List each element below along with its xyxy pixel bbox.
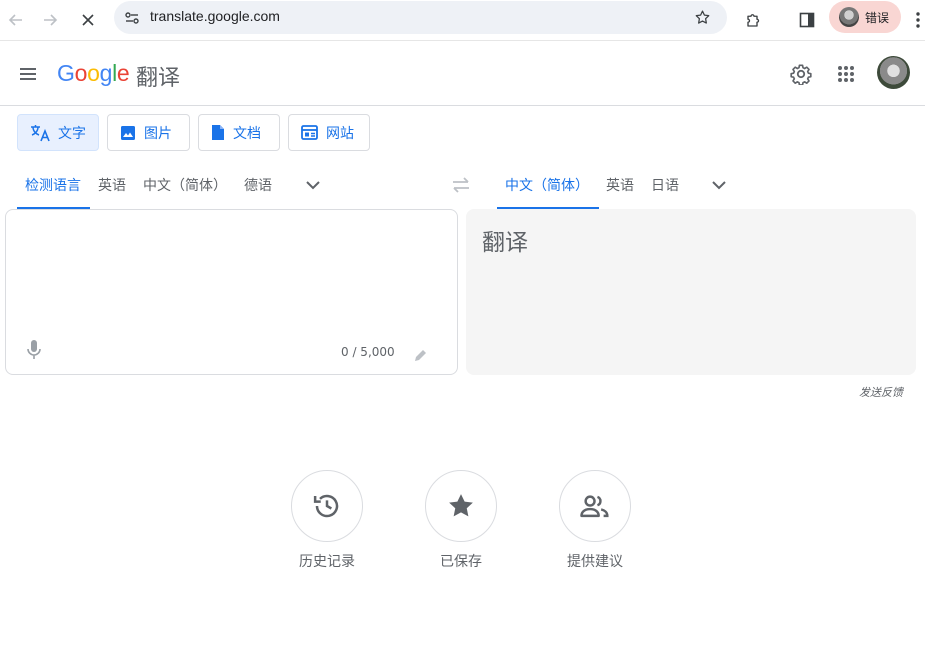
- saved-button[interactable]: [425, 470, 497, 542]
- send-feedback-link[interactable]: 发送反馈: [859, 384, 903, 400]
- contribute-button[interactable]: [559, 470, 631, 542]
- target-lang-japanese[interactable]: 日语: [651, 174, 679, 209]
- back-button[interactable]: [4, 8, 28, 32]
- extensions-button[interactable]: [742, 8, 766, 32]
- google-logo[interactable]: Google: [57, 60, 130, 87]
- target-lang-english[interactable]: 英语: [606, 174, 634, 209]
- chevron-down-icon: [712, 181, 726, 190]
- swap-arrows-icon: [453, 177, 469, 193]
- contribute-label: 提供建议: [567, 554, 623, 570]
- arrow-left-icon: [8, 14, 22, 26]
- arrow-right-icon: [44, 14, 58, 26]
- translate-icon: [31, 124, 50, 141]
- swap-languages-button[interactable]: [449, 173, 473, 197]
- mode-website-label: 网站: [326, 125, 354, 142]
- profile-avatar: [839, 7, 859, 27]
- saved-label: 已保存: [440, 554, 482, 570]
- profile-chip[interactable]: 错误: [829, 1, 901, 33]
- hamburger-icon: [20, 68, 36, 80]
- gear-icon: [790, 64, 812, 85]
- logo-letter: G: [57, 60, 75, 86]
- source-text-panel[interactable]: 0 / 5,000: [5, 209, 458, 375]
- source-lang-english[interactable]: 英语: [98, 174, 126, 209]
- pencil-icon[interactable]: [413, 348, 428, 363]
- browser-menu-button[interactable]: [911, 8, 925, 32]
- star-icon: [449, 494, 473, 517]
- mode-text-button[interactable]: 文字: [17, 114, 99, 151]
- char-count: 0 / 5,000: [341, 345, 395, 359]
- site-info-icon[interactable]: [124, 10, 140, 26]
- translation-output: 翻译: [482, 230, 528, 256]
- settings-button[interactable]: [788, 61, 814, 87]
- product-title: 翻译: [136, 66, 181, 91]
- stop-button[interactable]: [76, 8, 100, 32]
- mode-document-button[interactable]: 文档: [198, 114, 280, 151]
- forward-button[interactable]: [38, 8, 62, 32]
- website-icon: [301, 125, 318, 140]
- mode-text-label: 文字: [58, 125, 86, 142]
- source-lang-chinese[interactable]: 中文（简体）: [143, 174, 227, 209]
- history-button[interactable]: [291, 470, 363, 542]
- app-header: Google 翻译: [0, 41, 925, 106]
- source-lang-german[interactable]: 德语: [244, 174, 272, 209]
- puzzle-icon: [747, 14, 760, 27]
- mode-website-button[interactable]: 网站: [288, 114, 370, 151]
- target-lang-more-button[interactable]: [707, 173, 731, 197]
- mode-image-button[interactable]: 图片: [107, 114, 190, 151]
- logo-letter: o: [74, 60, 88, 86]
- history-label: 历史记录: [299, 554, 355, 570]
- microphone-icon[interactable]: [26, 339, 42, 361]
- browser-toolbar: translate.google.com 错误: [0, 0, 925, 41]
- mode-image-label: 图片: [144, 125, 172, 142]
- account-avatar[interactable]: [877, 56, 910, 89]
- bookmark-star-icon[interactable]: [694, 9, 711, 26]
- target-lang-chinese[interactable]: 中文（简体）: [497, 174, 599, 209]
- mode-document-label: 文档: [233, 125, 261, 142]
- side-panel-button[interactable]: [795, 8, 819, 32]
- logo-letter: e: [116, 60, 130, 86]
- target-text-panel: 翻译: [466, 209, 916, 375]
- close-icon: [82, 14, 94, 26]
- history-icon: [313, 494, 339, 518]
- source-lang-more-button[interactable]: [301, 173, 325, 197]
- logo-letter: o: [87, 60, 100, 86]
- logo-letter: g: [99, 60, 113, 86]
- chevron-down-icon: [306, 181, 320, 190]
- source-text-input[interactable]: [22, 224, 442, 324]
- profile-label: 错误: [865, 10, 890, 25]
- document-icon: [212, 125, 224, 140]
- apps-grid-icon: [838, 66, 854, 82]
- url-text: translate.google.com: [150, 8, 280, 24]
- apps-button[interactable]: [833, 61, 859, 87]
- more-vert-icon: [916, 12, 920, 28]
- community-icon: [580, 495, 609, 518]
- side-panel-icon: [799, 12, 815, 28]
- source-lang-detect[interactable]: 检测语言: [17, 174, 90, 209]
- main-menu-button[interactable]: [16, 62, 40, 86]
- image-icon: [121, 125, 135, 140]
- address-bar[interactable]: translate.google.com: [114, 1, 727, 34]
